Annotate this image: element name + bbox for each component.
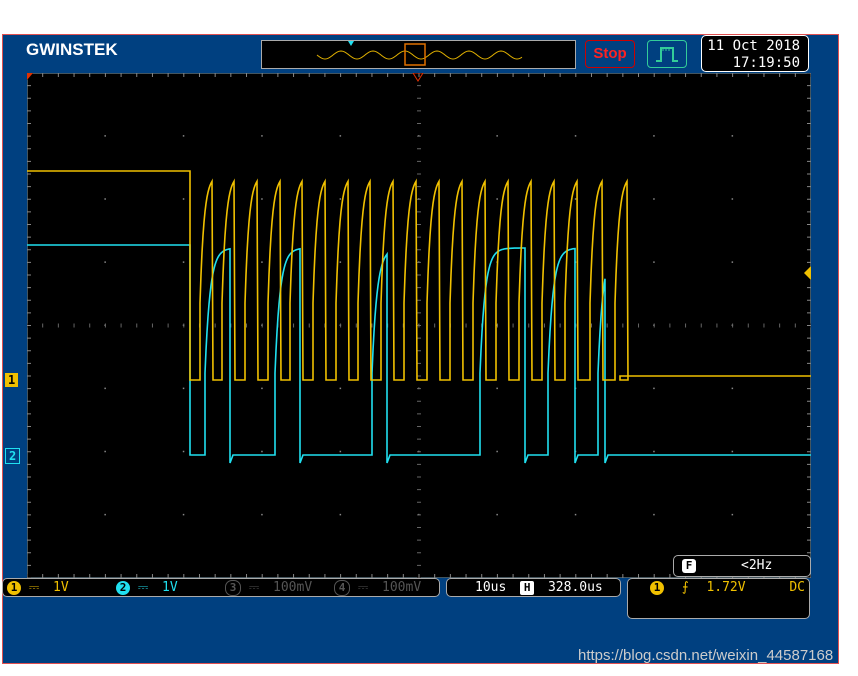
channel-number: 1 bbox=[7, 580, 21, 595]
rising-edge-icon: ⨍ bbox=[681, 580, 689, 595]
dc-coupling-icon: ⎓ bbox=[28, 580, 40, 595]
ch2-ground-marker[interactable]: 2 bbox=[5, 448, 21, 464]
horizontal-icon: H bbox=[520, 580, 535, 595]
timebase-scale: 10us bbox=[475, 580, 507, 595]
channel-4-setting[interactable]: 4 ⎓ 100mV bbox=[334, 579, 439, 596]
trigger-frequency: F <2Hz bbox=[673, 555, 811, 577]
waveform-display[interactable] bbox=[27, 73, 811, 578]
overview-waveform bbox=[316, 50, 523, 60]
dc-coupling-icon: ⎓ bbox=[357, 580, 369, 595]
channel-scale: 1V bbox=[53, 580, 69, 595]
overview-window[interactable] bbox=[404, 43, 426, 66]
horizontal-position: 328.0us bbox=[547, 580, 603, 595]
ch1-ground-marker[interactable]: 1 bbox=[5, 373, 19, 387]
brand-logo: GWINSTEK bbox=[26, 40, 118, 59]
trigger-source: 1 bbox=[650, 580, 664, 595]
dc-coupling-icon: ⎓ bbox=[248, 580, 260, 595]
channel-scale: 100mV bbox=[382, 580, 422, 595]
channel-2-setting[interactable]: 2 ⎓ 1V bbox=[116, 579, 221, 596]
channel-1-setting[interactable]: 1 ⎓ 1V bbox=[7, 579, 112, 596]
date: 11 Oct 2018 bbox=[707, 38, 800, 54]
timebase-bar[interactable]: 10us H 328.0us bbox=[446, 578, 621, 597]
channel-scale: 1V bbox=[162, 580, 178, 595]
trigger-level: 1.72V bbox=[706, 580, 746, 595]
channel-number: 4 bbox=[334, 579, 350, 596]
watermark: https://blog.csdn.net/weixin_44587168 bbox=[578, 647, 834, 664]
channel-bar[interactable]: 1 ⎓ 1V 2 ⎓ 1V 3 ⎓ 100mV 4 ⎓ 100mV bbox=[2, 578, 440, 597]
frequency-value: <2Hz bbox=[741, 558, 773, 573]
date-time: 11 Oct 2018 17:19:50 bbox=[701, 35, 809, 72]
time: 17:19:50 bbox=[732, 55, 800, 71]
channel-scale: 100mV bbox=[273, 580, 313, 595]
dc-coupling-icon: ⎓ bbox=[137, 580, 149, 595]
frequency-icon: F bbox=[682, 558, 696, 573]
trigger-position-marker bbox=[348, 41, 354, 46]
channel-number: 2 bbox=[116, 580, 130, 595]
pulse-icon bbox=[647, 40, 687, 68]
trigger-panel[interactable]: 1 ⨍ 1.72V DC bbox=[627, 578, 810, 619]
trigger-coupling: DC bbox=[789, 580, 805, 595]
memory-overview[interactable] bbox=[261, 40, 576, 69]
channel-number: 3 bbox=[225, 579, 241, 596]
channel-3-setting[interactable]: 3 ⎓ 100mV bbox=[225, 579, 330, 596]
run-stop-status[interactable]: Stop bbox=[585, 40, 635, 68]
